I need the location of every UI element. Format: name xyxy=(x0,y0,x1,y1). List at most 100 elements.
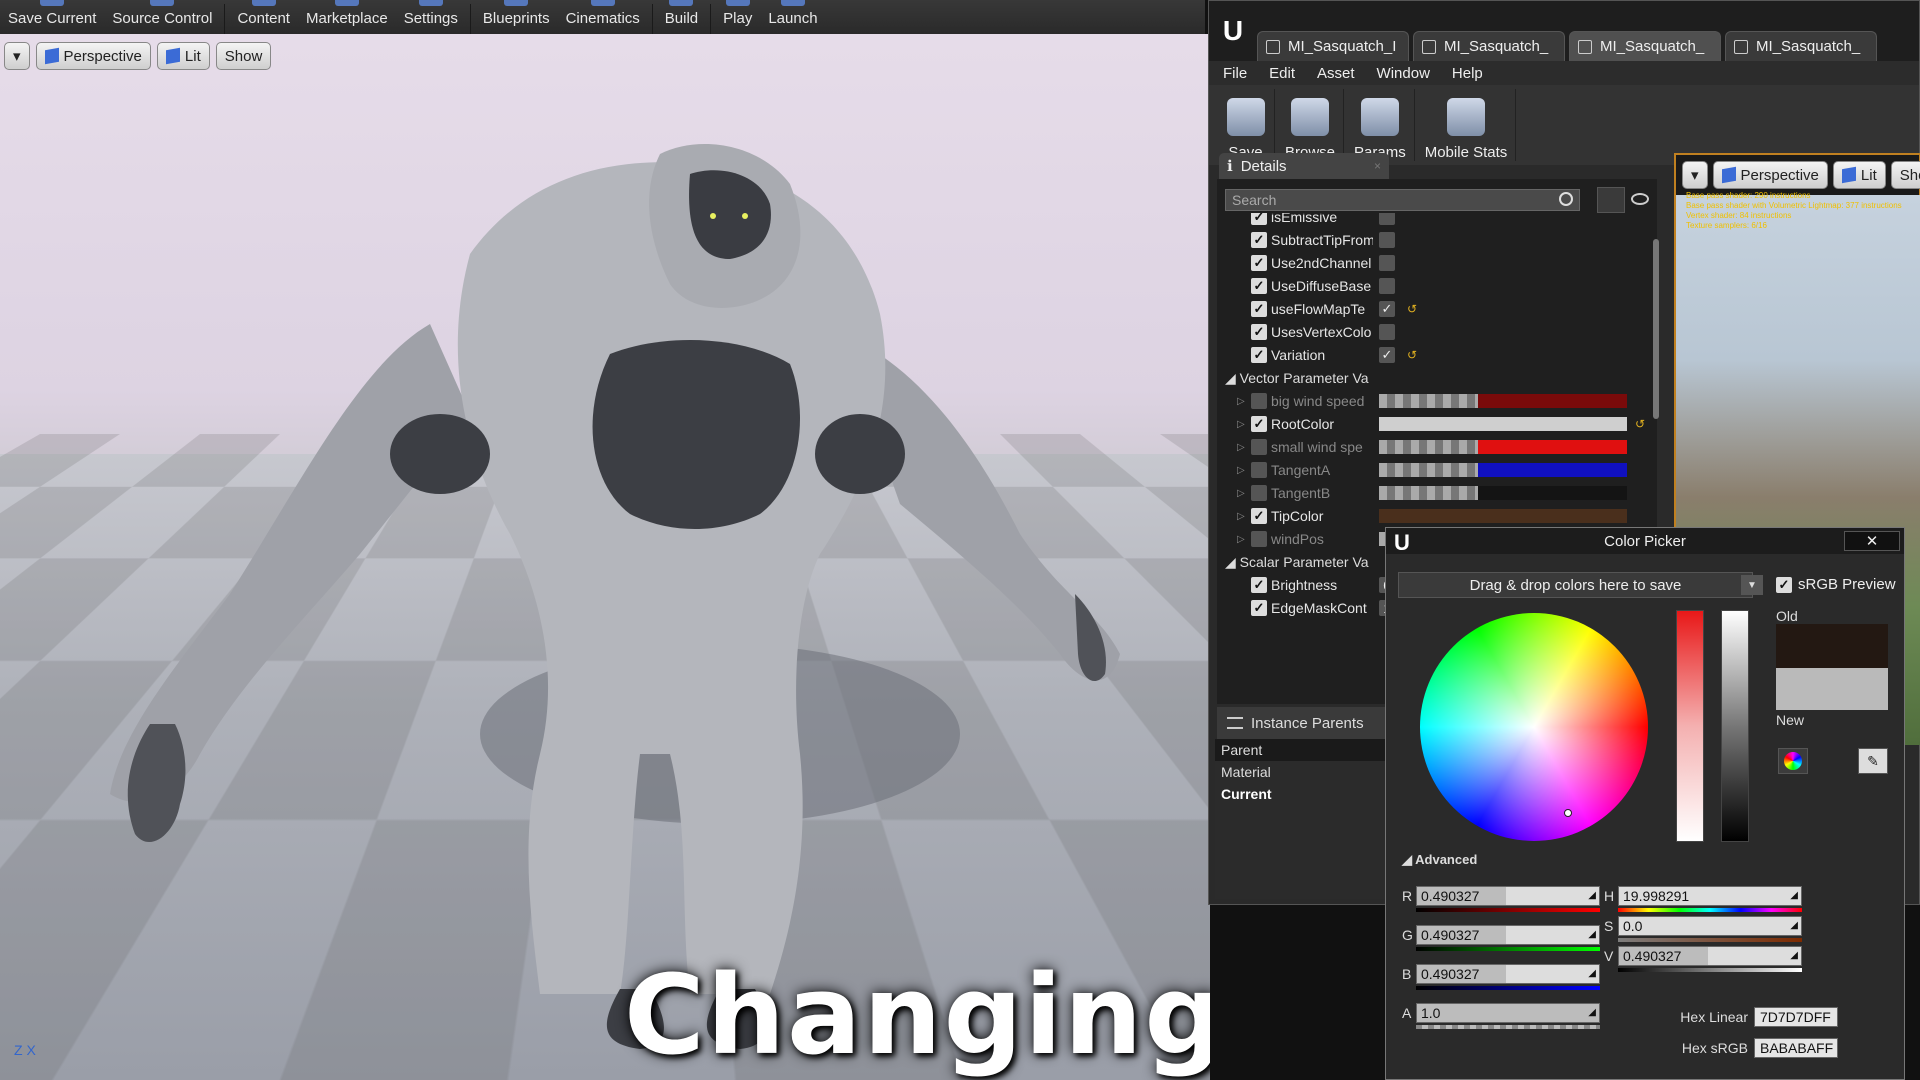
document-tab[interactable]: MI_Sasquatch_ xyxy=(1725,31,1877,61)
property-row[interactable]: ✓ useFlowMapTe ✓ ↺ xyxy=(1217,297,1657,321)
property-value-checkbox[interactable]: ✓ xyxy=(1379,347,1395,363)
scrollbar[interactable] xyxy=(1653,239,1659,419)
override-checkbox[interactable]: ✓ xyxy=(1251,232,1267,248)
channel-g-input[interactable]: 0.490327 ◢ xyxy=(1416,925,1600,945)
expand-arrow-icon[interactable]: ▷ xyxy=(1237,442,1245,453)
value-slider[interactable] xyxy=(1721,610,1749,842)
level-viewport[interactable]: ▾ Perspective Lit Show Z X Changing Colo… xyxy=(0,34,1210,1080)
blueprints-button[interactable]: Blueprints xyxy=(475,0,558,34)
property-row[interactable]: ✓ UsesVertexColo xyxy=(1217,320,1657,344)
channel-a-input[interactable]: 1.0 ◢ xyxy=(1416,1003,1600,1023)
color-picker-titlebar[interactable]: U Color Picker ✕ xyxy=(1386,528,1904,554)
property-row[interactable]: ✓ UseDiffuseBase xyxy=(1217,274,1657,298)
override-checkbox[interactable] xyxy=(1251,462,1267,478)
preview-lit-button[interactable]: Lit xyxy=(1833,161,1886,189)
override-checkbox[interactable] xyxy=(1251,393,1267,409)
property-row[interactable]: ▷ small wind spe xyxy=(1217,435,1657,459)
tab-details[interactable]: ℹ Details × xyxy=(1219,153,1389,179)
color-wheel-toggle-button[interactable] xyxy=(1778,748,1808,774)
preview-perspective-button[interactable]: Perspective xyxy=(1713,161,1828,189)
property-row[interactable]: ✓ isEmissive xyxy=(1217,213,1657,229)
search-input[interactable]: Search xyxy=(1225,189,1580,211)
override-checkbox[interactable]: ✓ xyxy=(1251,600,1267,616)
override-checkbox[interactable]: ✓ xyxy=(1251,416,1267,432)
override-checkbox[interactable] xyxy=(1251,531,1267,547)
menu-asset[interactable]: Asset xyxy=(1317,65,1355,82)
override-checkbox[interactable]: ✓ xyxy=(1251,255,1267,271)
cinematics-button[interactable]: Cinematics xyxy=(558,0,648,34)
launch-button[interactable]: Launch xyxy=(760,0,825,34)
override-checkbox[interactable] xyxy=(1251,485,1267,501)
channel-b-input[interactable]: 0.490327 ◢ xyxy=(1416,964,1600,984)
color-swatch[interactable] xyxy=(1379,394,1627,408)
color-swatch[interactable] xyxy=(1379,509,1627,523)
expand-arrow-icon[interactable]: ▷ xyxy=(1237,488,1245,499)
override-checkbox[interactable]: ✓ xyxy=(1251,577,1267,593)
marketplace-button[interactable]: Marketplace xyxy=(298,0,396,34)
property-value-checkbox[interactable] xyxy=(1379,232,1395,248)
property-row[interactable]: ✓ SubtractTipFrom xyxy=(1217,228,1657,252)
eyedropper-button[interactable]: ✎ xyxy=(1858,748,1888,774)
close-icon[interactable]: × xyxy=(1374,159,1381,173)
property-row[interactable]: ✓ Use2ndChannel xyxy=(1217,251,1657,275)
color-theme-dropdown[interactable]: Drag & drop colors here to save ▼ xyxy=(1398,572,1753,598)
property-row[interactable]: ✓ Variation ✓ ↺ xyxy=(1217,343,1657,367)
scalar-parameter-category[interactable]: ◢ Scalar Parameter Va xyxy=(1225,554,1369,571)
expand-arrow-icon[interactable]: ▷ xyxy=(1237,465,1245,476)
override-checkbox[interactable]: ✓ xyxy=(1251,278,1267,294)
override-checkbox[interactable]: ✓ xyxy=(1251,301,1267,317)
save-button[interactable]: Save xyxy=(1217,89,1275,161)
advanced-section-toggle[interactable]: ◢ Advanced xyxy=(1402,852,1477,868)
property-value-checkbox[interactable] xyxy=(1379,255,1395,271)
build-button[interactable]: Build xyxy=(657,0,706,34)
play-button[interactable]: Play xyxy=(715,0,760,34)
expand-arrow-icon[interactable]: ▷ xyxy=(1237,511,1245,522)
color-wheel[interactable] xyxy=(1420,613,1648,841)
property-value-checkbox[interactable] xyxy=(1379,324,1395,340)
override-checkbox[interactable]: ✓ xyxy=(1251,508,1267,524)
expand-arrow-icon[interactable]: ▷ xyxy=(1237,534,1245,545)
channel-v-input[interactable]: 0.490327 ◢ xyxy=(1618,946,1802,966)
mobile-stats-button[interactable]: Mobile Stats xyxy=(1417,89,1517,161)
view-options-icon[interactable] xyxy=(1597,187,1625,213)
save-current-button[interactable]: Save Current xyxy=(0,0,104,34)
reset-to-default-icon[interactable]: ↺ xyxy=(1407,348,1417,362)
property-value-checkbox[interactable] xyxy=(1379,278,1395,294)
show-button[interactable]: Show xyxy=(216,42,272,70)
settings-button[interactable]: Settings xyxy=(396,0,466,34)
property-row[interactable]: ▷ ✓ TipColor xyxy=(1217,504,1657,528)
reset-to-default-icon[interactable]: ↺ xyxy=(1407,302,1417,316)
color-swatch[interactable] xyxy=(1379,463,1627,477)
eye-icon[interactable] xyxy=(1631,193,1649,205)
color-swatch[interactable] xyxy=(1379,440,1627,454)
property-row[interactable]: ▷ big wind speed xyxy=(1217,389,1657,413)
override-checkbox[interactable]: ✓ xyxy=(1251,213,1267,225)
params-button[interactable]: Params xyxy=(1346,89,1415,161)
lit-button[interactable]: Lit xyxy=(157,42,210,70)
chevron-down-icon[interactable]: ▼ xyxy=(1741,575,1763,595)
hex-linear-input[interactable]: 7D7D7DFF xyxy=(1754,1007,1838,1027)
channel-r-input[interactable]: 0.490327 ◢ xyxy=(1416,886,1600,906)
document-tab[interactable]: MI_Sasquatch_I xyxy=(1257,31,1409,61)
preview-options-dropdown[interactable]: ▾ xyxy=(1682,161,1708,189)
expand-arrow-icon[interactable]: ▷ xyxy=(1237,396,1245,407)
vector-parameter-category[interactable]: ◢ Vector Parameter Va xyxy=(1225,370,1369,387)
srgb-preview-checkbox[interactable]: ✓ sRGB Preview xyxy=(1776,576,1896,593)
menu-edit[interactable]: Edit xyxy=(1269,65,1295,82)
property-value-checkbox[interactable] xyxy=(1379,213,1395,225)
viewport-options-dropdown[interactable]: ▾ xyxy=(4,42,30,70)
override-checkbox[interactable]: ✓ xyxy=(1251,324,1267,340)
menu-file[interactable]: File xyxy=(1223,65,1247,82)
menu-help[interactable]: Help xyxy=(1452,65,1483,82)
override-checkbox[interactable]: ✓ xyxy=(1251,347,1267,363)
expand-arrow-icon[interactable]: ▷ xyxy=(1237,419,1245,430)
close-button[interactable]: ✕ xyxy=(1844,531,1900,551)
hex-srgb-input[interactable]: BABABAFF xyxy=(1754,1038,1838,1058)
channel-h-input[interactable]: 19.998291 ◢ xyxy=(1618,886,1802,906)
preview-show-button[interactable]: Sho xyxy=(1891,161,1920,189)
document-tab[interactable]: MI_Sasquatch_ xyxy=(1413,31,1565,61)
override-checkbox[interactable] xyxy=(1251,439,1267,455)
content-button[interactable]: Content xyxy=(229,0,298,34)
document-tab-active[interactable]: MI_Sasquatch_ xyxy=(1569,31,1721,61)
menu-window[interactable]: Window xyxy=(1377,65,1430,82)
